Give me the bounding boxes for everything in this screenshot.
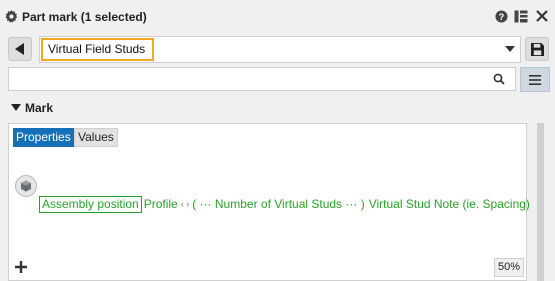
floppy-disk-icon	[530, 42, 544, 56]
mark-element-number-of-virtual-studs[interactable]: ( ··· Number of Virtual Studs ··· )	[190, 197, 366, 211]
zoom-level[interactable]: 50%	[494, 258, 524, 277]
hamburger-menu-icon	[529, 74, 541, 85]
preset-row: Virtual Field Studs	[0, 34, 555, 66]
svg-text:?: ?	[498, 11, 504, 21]
triangle-left-icon	[15, 43, 24, 55]
mark-element-line: Assembly position Profile ‹ › ( ··· Numb…	[39, 195, 532, 213]
options-menu-button[interactable]	[520, 67, 550, 92]
search-input[interactable]	[8, 67, 516, 91]
search-icon[interactable]	[493, 73, 505, 85]
help-icon[interactable]: ?	[494, 9, 508, 23]
panel-title: Part mark (1 selected)	[22, 10, 147, 24]
mark-section-header[interactable]: Mark	[0, 98, 555, 120]
close-icon[interactable]	[535, 9, 549, 23]
chevron-down-icon[interactable]	[505, 46, 515, 52]
add-element-button[interactable]	[13, 259, 29, 275]
title-bar: Part mark (1 selected) ?	[0, 0, 555, 33]
scrollbar-thumb[interactable]	[537, 123, 544, 281]
back-button[interactable]	[8, 37, 32, 61]
search-row	[0, 66, 555, 94]
layout-toggle-icon[interactable]	[514, 9, 528, 23]
mark-element-virtual-stud-note[interactable]: Virtual Stud Note (ie. Spacing)	[367, 197, 532, 211]
section-title: Mark	[25, 101, 54, 115]
mark-editor-panel: Properties Values Assembly position Prof…	[8, 123, 530, 281]
plus-icon	[15, 261, 27, 273]
tab-properties[interactable]: Properties	[13, 128, 74, 147]
gear-icon[interactable]	[5, 10, 18, 23]
preset-value[interactable]: Virtual Field Studs	[41, 38, 154, 61]
cube-icon[interactable]	[15, 175, 37, 197]
mark-element-assembly-position[interactable]: Assembly position	[39, 195, 142, 213]
separator-icon: ‹ ›	[180, 199, 190, 209]
save-button[interactable]	[525, 37, 549, 61]
mark-element-profile[interactable]: Profile	[142, 197, 180, 211]
tab-values[interactable]: Values	[74, 128, 118, 147]
vertical-scrollbar[interactable]	[535, 123, 546, 281]
collapse-caret-icon[interactable]	[11, 104, 21, 111]
